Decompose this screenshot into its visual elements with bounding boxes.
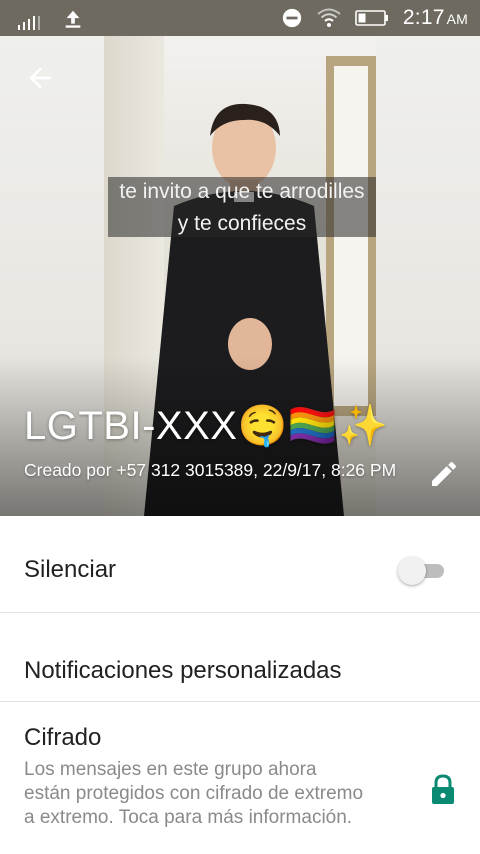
mute-toggle[interactable] bbox=[398, 557, 446, 585]
battery-icon bbox=[355, 10, 388, 26]
encryption-row[interactable]: Cifrado Los mensajes en este grupo ahora… bbox=[0, 702, 480, 854]
group-name: LGTBI-XXX🤤🏳️‍🌈✨ bbox=[24, 404, 389, 448]
pencil-icon[interactable] bbox=[428, 458, 460, 490]
status-bar-left bbox=[18, 8, 84, 30]
status-bar-right: 2:17 AM bbox=[281, 4, 468, 32]
clock-time: 2:17 bbox=[402, 6, 445, 29]
toggle-thumb bbox=[398, 557, 426, 585]
custom-notifications-row[interactable]: Notificaciones personalizadas bbox=[0, 613, 480, 702]
clock-ampm: AM bbox=[446, 11, 468, 27]
image-caption-line2: y te confieces bbox=[177, 212, 307, 235]
group-header: te invito a que te arrodilles y te confi… bbox=[0, 36, 480, 516]
wifi-icon bbox=[317, 8, 341, 27]
arrow-back-icon[interactable] bbox=[24, 62, 56, 94]
lock-icon bbox=[432, 774, 454, 804]
custom-notifications-label: Notificaciones personalizadas bbox=[24, 657, 342, 684]
status-clock: 2:17 AM bbox=[403, 6, 468, 30]
signal-icon bbox=[18, 14, 40, 30]
mute-row[interactable]: Silenciar bbox=[0, 516, 480, 613]
encryption-title: Cifrado bbox=[24, 724, 102, 751]
mute-label: Silenciar bbox=[24, 556, 117, 583]
image-caption-line1: te invito a que te arrodilles bbox=[119, 180, 365, 203]
upload-icon bbox=[65, 10, 81, 28]
group-created-by: Creado por +57 312 3015389, 22/9/17, 8:2… bbox=[24, 460, 397, 480]
group-settings-list: Silenciar Notificaciones personalizadas … bbox=[0, 516, 480, 854]
do-not-disturb-icon bbox=[282, 8, 302, 28]
encryption-description: Los mensajes en este grupo ahora están p… bbox=[24, 759, 364, 828]
status-bar: 2:17 AM bbox=[0, 0, 480, 36]
